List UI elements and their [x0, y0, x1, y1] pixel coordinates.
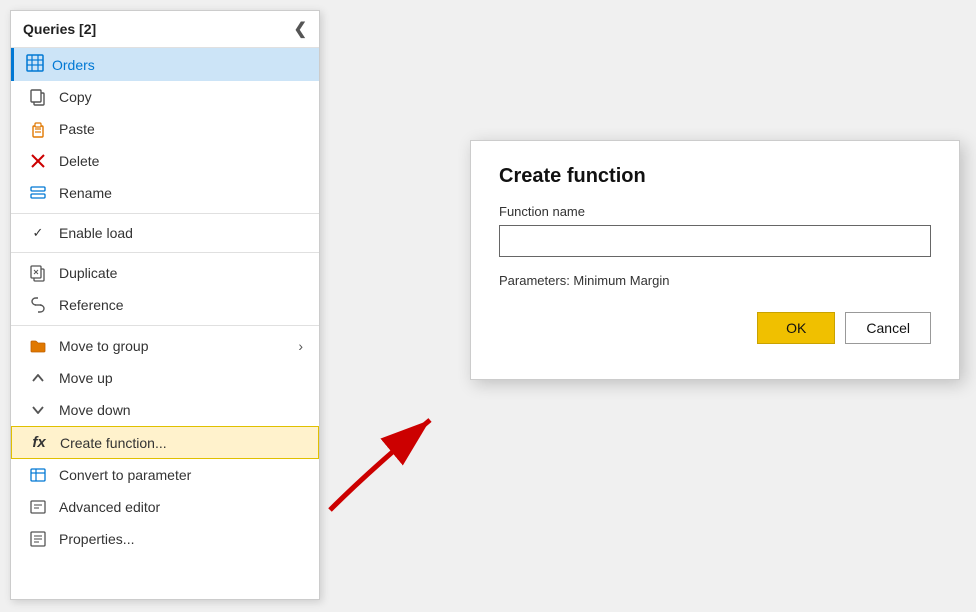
dialog-title: Create function [471, 141, 959, 204]
panel-title: Queries [2] [23, 21, 96, 37]
dialog-buttons: OK Cancel [471, 296, 959, 344]
folder-icon [27, 337, 49, 355]
context-menu-panel: Queries [2] ❮ Orders Copy [10, 10, 320, 600]
menu-item-move-up[interactable]: Move up [11, 362, 319, 394]
menu-item-move-to-group[interactable]: Move to group › [11, 330, 319, 362]
menu-item-paste[interactable]: Paste [11, 113, 319, 145]
convert-to-param-label: Convert to parameter [59, 467, 303, 483]
move-to-group-label: Move to group [59, 338, 298, 354]
menu-item-reference[interactable]: Reference [11, 289, 319, 321]
reference-label: Reference [59, 297, 303, 313]
move-down-icon [27, 401, 49, 419]
orders-label: Orders [52, 57, 95, 73]
menu-item-move-down[interactable]: Move down [11, 394, 319, 426]
orders-item[interactable]: Orders [11, 48, 319, 81]
paste-icon [27, 120, 49, 138]
create-function-dialog: Create function Function name Parameters… [470, 140, 960, 380]
menu-item-create-function[interactable]: fx Create function... [11, 426, 319, 459]
copy-label: Copy [59, 89, 303, 105]
reference-icon [27, 296, 49, 314]
properties-icon [27, 530, 49, 548]
move-up-label: Move up [59, 370, 303, 386]
enable-load-label: Enable load [59, 225, 303, 241]
menu-item-delete[interactable]: Delete [11, 145, 319, 177]
divider-2 [11, 252, 319, 253]
rename-label: Rename [59, 185, 303, 201]
params-label: Parameters: Minimum Margin [499, 273, 931, 288]
menu-item-duplicate[interactable]: Duplicate [11, 257, 319, 289]
cancel-button[interactable]: Cancel [845, 312, 931, 344]
rename-icon [27, 184, 49, 202]
delete-label: Delete [59, 153, 303, 169]
menu-item-properties[interactable]: Properties... [11, 523, 319, 555]
delete-icon [27, 152, 49, 170]
submenu-arrow-icon: › [298, 338, 303, 354]
menu-item-enable-load[interactable]: ✓ Enable load [11, 218, 319, 248]
fx-icon: fx [28, 434, 50, 451]
arrow-annotation [310, 390, 480, 520]
move-up-icon [27, 369, 49, 387]
move-down-label: Move down [59, 402, 303, 418]
menu-item-convert-to-param[interactable]: Convert to parameter [11, 459, 319, 491]
advanced-editor-icon [27, 498, 49, 516]
function-name-label: Function name [499, 204, 931, 219]
checkmark-icon: ✓ [27, 225, 49, 241]
menu-item-copy[interactable]: Copy [11, 81, 319, 113]
collapse-icon[interactable]: ❮ [294, 19, 307, 39]
table-icon [26, 54, 44, 75]
menu-item-advanced-editor[interactable]: Advanced editor [11, 491, 319, 523]
properties-label: Properties... [59, 531, 303, 547]
duplicate-icon [27, 264, 49, 282]
duplicate-label: Duplicate [59, 265, 303, 281]
divider-3 [11, 325, 319, 326]
menu-item-rename[interactable]: Rename [11, 177, 319, 209]
ok-button[interactable]: OK [757, 312, 835, 344]
function-name-input[interactable] [499, 225, 931, 257]
advanced-editor-label: Advanced editor [59, 499, 303, 515]
dialog-body: Function name Parameters: Minimum Margin [471, 204, 959, 288]
copy-icon [27, 88, 49, 106]
divider-1 [11, 213, 319, 214]
panel-header: Queries [2] ❮ [11, 11, 319, 48]
convert-icon [27, 466, 49, 484]
create-function-label: Create function... [60, 435, 302, 451]
paste-label: Paste [59, 121, 303, 137]
